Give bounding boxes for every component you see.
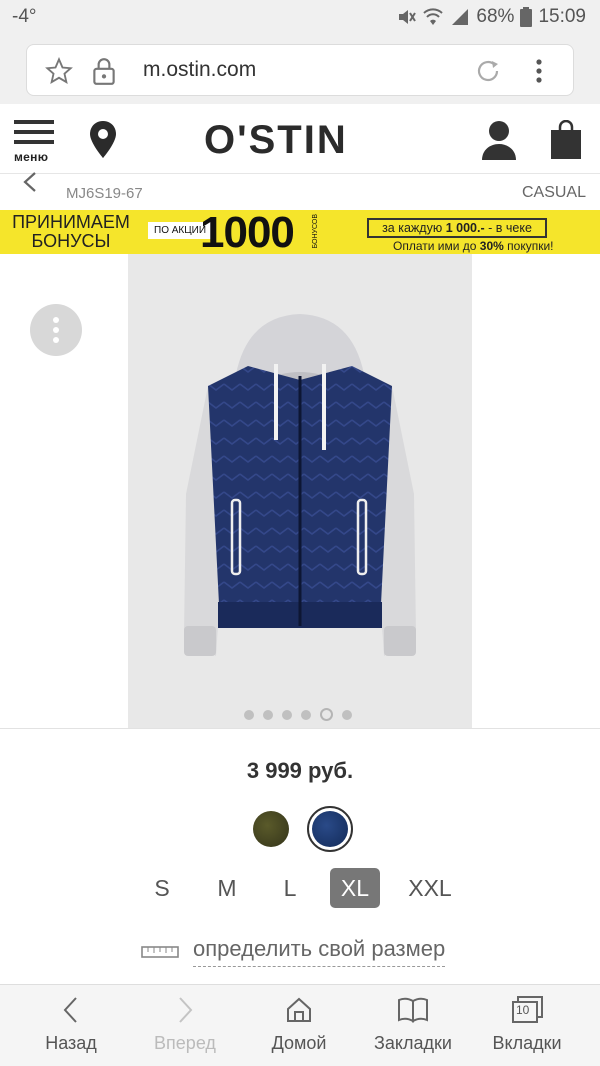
ruler-icon [141,945,179,958]
logo-text: O'STIN [204,118,348,162]
location-pin-icon[interactable] [88,120,118,160]
size-option-s[interactable]: S [146,868,178,908]
size-option-l[interactable]: L [266,868,314,908]
size-guide-text[interactable]: определить свой размер [193,936,446,967]
article-number: MJ6S19-67 [66,185,143,202]
browser-menu-icon[interactable] [533,57,545,85]
promo-banner[interactable]: ПРИНИМАЕМ БОНУСЫ ПО АКЦИИ 1000 БОНУСОВ з… [0,210,600,254]
shopping-bag-icon[interactable] [550,120,582,160]
size-selector: S M L XL XXL [0,868,600,910]
status-bar: -4° 68% 15:09 [0,0,600,36]
promo-condition-box: за каждую 1 000.- - в чеке [367,218,547,238]
gallery-dot[interactable] [244,709,254,720]
nav-bookmarks-label: Закладки [374,1033,452,1053]
chevron-left-icon [63,997,77,1023]
nav-forward-button[interactable]: Вперед [130,993,240,1054]
more-options-button[interactable] [30,304,82,356]
tab-count: 10 [516,1003,530,1017]
wifi-icon [423,8,444,25]
nav-tabs-label: Вкладки [492,1033,562,1053]
color-swatch-navy-selected[interactable] [307,806,353,852]
menu-button[interactable]: меню [14,120,58,166]
nav-back-label: Назад [45,1033,97,1053]
nav-bookmarks-button[interactable]: Закладки [358,993,468,1054]
browser-bottom-nav: Назад Вперед Домой Закладки 10 Вкладки [0,984,600,1066]
address-bar[interactable]: m.ostin.com [26,44,574,96]
promo-line2: БОНУСЫ [31,231,111,251]
mute-icon [399,10,417,24]
gallery-dot[interactable] [263,709,273,720]
browser-toolbar: m.ostin.com [0,36,600,104]
product-price: 3 999 руб. [246,758,354,783]
battery-percent: 68% [476,6,515,27]
gallery-pagination [244,708,352,721]
ostin-logo[interactable]: O'STIN [204,118,400,162]
size-guide-link[interactable]: определить свой размер [141,936,446,967]
promo-amount: 1000 [200,210,295,254]
category-label[interactable]: CASUAL [522,184,586,202]
nav-home-button[interactable]: Домой [244,993,354,1054]
site-header: меню O'STIN [0,104,600,174]
nav-tabs-button[interactable]: 10 Вкладки [472,993,582,1054]
gallery-dot[interactable] [342,709,352,720]
bookmark-star-icon[interactable] [45,57,73,85]
nav-home-label: Домой [271,1033,327,1053]
promo-note: Оплати ими до 30% покупки! [393,239,554,253]
promo-line1: ПРИНИМАЕМ [12,212,130,232]
size-option-xxl[interactable]: XXL [400,868,460,908]
clock: 15:09 [538,6,586,27]
divider [0,728,600,729]
jacket-illustration [184,314,416,656]
hamburger-icon [14,120,58,144]
battery-icon [520,7,533,27]
nav-forward-label: Вперед [154,1033,216,1053]
size-option-m[interactable]: M [208,868,246,908]
gallery-dot[interactable] [282,709,292,720]
chevron-right-icon [179,997,193,1023]
reload-icon[interactable] [473,56,503,86]
home-icon [287,997,311,1022]
size-option-xl[interactable]: XL [330,868,380,908]
promo-vertical-text: БОНУСОВ [312,214,319,249]
back-chevron-icon[interactable] [20,170,40,194]
url-text[interactable]: m.ostin.com [143,58,256,82]
temperature: -4° [12,6,37,27]
user-icon[interactable] [480,120,518,160]
gallery-dot[interactable] [301,709,311,720]
book-icon [398,997,428,1023]
product-image[interactable] [128,254,472,728]
vertical-dots-icon [53,315,59,345]
menu-label: меню [14,150,49,164]
lock-icon [93,58,115,85]
color-swatch-olive[interactable] [253,811,289,847]
gallery-dot[interactable] [320,708,333,721]
signal-icon [452,9,469,25]
nav-back-button[interactable]: Назад [16,993,126,1054]
